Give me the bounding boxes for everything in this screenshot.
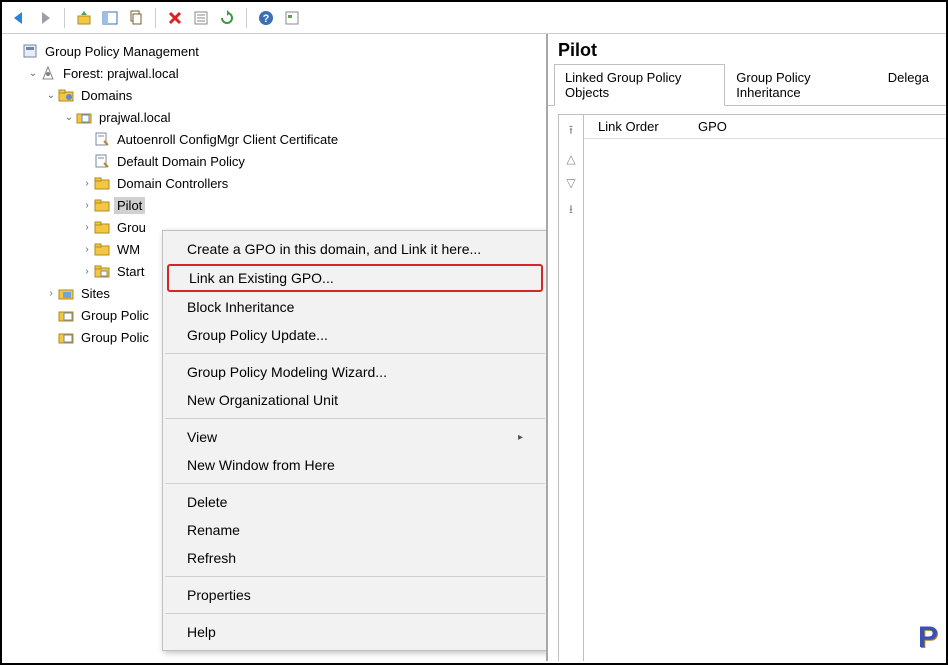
tab-linked-gpos[interactable]: Linked Group Policy Objects	[554, 64, 725, 106]
menu-separator	[165, 613, 545, 614]
ctx-new-ou[interactable]: New Organizational Unit	[163, 386, 547, 414]
folder-icon	[58, 87, 74, 103]
expand-toggle[interactable]: ›	[80, 200, 94, 211]
ctx-link-existing-gpo[interactable]: Link an Existing GPO...	[167, 264, 543, 292]
linked-gpo-grid: Link Order GPO	[583, 115, 946, 661]
options-button[interactable]	[281, 7, 303, 29]
report-icon	[58, 329, 74, 345]
expand-toggle[interactable]: ›	[44, 288, 58, 299]
tree-ou-item[interactable]: › Domain Controllers	[80, 172, 546, 194]
ctx-rename[interactable]: Rename	[163, 516, 547, 544]
gpo-link-icon	[94, 131, 110, 147]
tree-forest[interactable]: ⌄ Forest: prajwal.local	[26, 62, 546, 84]
tree-domains[interactable]: ⌄ Domains	[44, 84, 546, 106]
svg-text:?: ?	[263, 13, 270, 25]
ctx-properties[interactable]: Properties	[163, 581, 547, 609]
toolbar: ?	[2, 2, 946, 34]
move-up-icon[interactable]: △	[566, 152, 575, 166]
tree-ou-pilot[interactable]: › Pilot	[80, 194, 546, 216]
col-link-order[interactable]: Link Order	[584, 115, 684, 138]
context-menu: Create a GPO in this domain, and Link it…	[162, 230, 547, 651]
expand-toggle[interactable]: ⌄	[26, 68, 40, 79]
watermark-logo: P	[918, 621, 936, 655]
forward-button[interactable]	[34, 7, 56, 29]
menu-separator	[165, 353, 545, 354]
move-top-icon[interactable]: ⭱	[569, 121, 573, 142]
expand-toggle[interactable]: ⌄	[44, 90, 58, 101]
expand-toggle[interactable]: ›	[80, 178, 94, 189]
detail-pane: Pilot Linked Group Policy Objects Group …	[547, 34, 946, 661]
expand-toggle[interactable]: ›	[80, 244, 94, 255]
menu-separator	[165, 418, 545, 419]
properties-button[interactable]	[190, 7, 212, 29]
expand-toggle[interactable]: ›	[80, 266, 94, 277]
show-hide-tree-button[interactable]	[99, 7, 121, 29]
report-icon	[58, 307, 74, 323]
tree-pane: ▾ Group Policy Management ⌄ Forest: praj…	[2, 34, 547, 661]
tree-domain[interactable]: ⌄ prajwal.local	[62, 106, 546, 128]
up-button[interactable]	[73, 7, 95, 29]
sites-icon	[58, 285, 74, 301]
ctx-gp-update[interactable]: Group Policy Update...	[163, 321, 547, 349]
help-button[interactable]: ?	[255, 7, 277, 29]
ctx-refresh[interactable]: Refresh	[163, 544, 547, 572]
move-down-icon[interactable]: ▽	[566, 176, 575, 190]
move-bottom-icon[interactable]: ⭳	[569, 200, 573, 221]
ou-icon	[94, 241, 110, 257]
tab-gp-inheritance[interactable]: Group Policy Inheritance	[725, 64, 877, 106]
copy-button[interactable]	[125, 7, 147, 29]
col-gpo[interactable]: GPO	[684, 115, 741, 138]
expand-toggle[interactable]: ⌄	[62, 112, 76, 123]
ou-icon	[94, 197, 110, 213]
link-order-buttons: ⭱ △ ▽ ⭳	[559, 115, 583, 661]
ctx-modeling-wizard[interactable]: Group Policy Modeling Wizard...	[163, 358, 547, 386]
tree-root[interactable]: ▾ Group Policy Management	[8, 40, 546, 62]
forest-icon	[40, 65, 56, 81]
refresh-button[interactable]	[216, 7, 238, 29]
expand-toggle[interactable]: ›	[80, 222, 94, 233]
back-button[interactable]	[8, 7, 30, 29]
ou-icon	[94, 175, 110, 191]
ctx-new-window[interactable]: New Window from Here	[163, 451, 547, 479]
folder-icon	[94, 263, 110, 279]
detail-title: Pilot	[548, 34, 946, 63]
delete-button[interactable]	[164, 7, 186, 29]
ou-icon	[94, 219, 110, 235]
domain-icon	[76, 109, 92, 125]
ctx-view[interactable]: View▸	[163, 423, 547, 451]
gpo-link-icon	[94, 153, 110, 169]
tree-gpo-item[interactable]: › Default Domain Policy	[80, 150, 546, 172]
submenu-arrow-icon: ▸	[518, 432, 523, 443]
gpm-icon	[22, 43, 38, 59]
ctx-delete[interactable]: Delete	[163, 488, 547, 516]
menu-separator	[165, 576, 545, 577]
ctx-create-gpo-link[interactable]: Create a GPO in this domain, and Link it…	[163, 235, 547, 263]
detail-tabs: Linked Group Policy Objects Group Policy…	[548, 63, 946, 106]
tab-delegation[interactable]: Delega	[877, 64, 940, 106]
menu-separator	[165, 483, 545, 484]
ctx-help[interactable]: Help	[163, 618, 547, 646]
ctx-block-inheritance[interactable]: Block Inheritance	[163, 293, 547, 321]
tree-gpo-item[interactable]: › Autoenroll ConfigMgr Client Certificat…	[80, 128, 546, 150]
